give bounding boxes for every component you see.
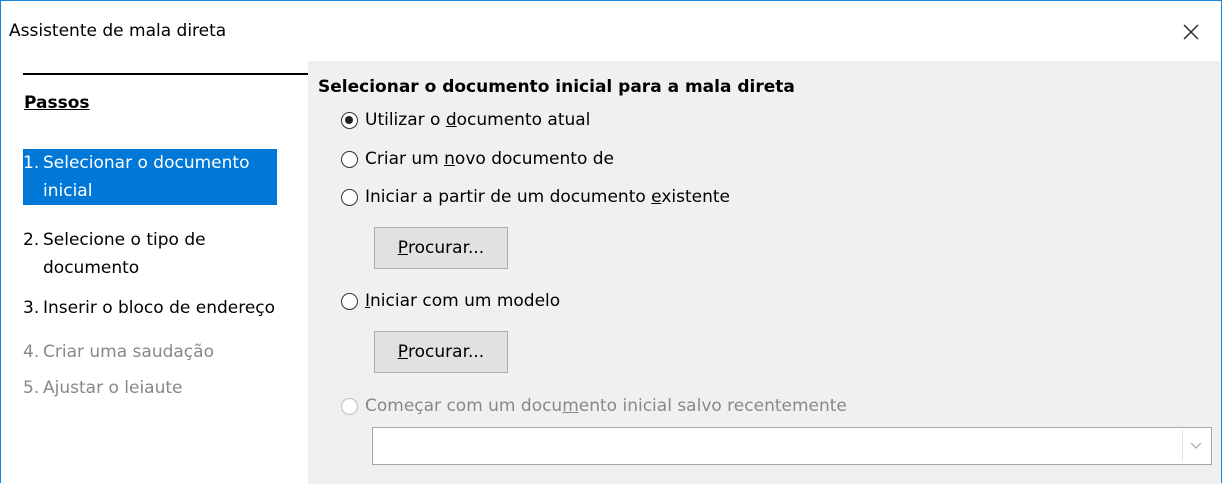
- option-label: Iniciar a partir de um documento existen…: [365, 187, 731, 207]
- step-number: 1.: [23, 153, 40, 173]
- option-label: Iniciar com um modelo: [365, 291, 561, 311]
- step-adjust-layout: 5. Ajustar o leiaute: [23, 374, 277, 402]
- step-number: 3.: [23, 298, 40, 318]
- recent-documents-dropdown: [372, 427, 1212, 465]
- dropdown-button: [1182, 430, 1209, 462]
- section-title: Selecionar o documento inicial para a ma…: [318, 77, 795, 97]
- option-label: Criar um novo documento de: [365, 149, 615, 169]
- browse-template-button[interactable]: Procurar...: [374, 331, 508, 373]
- mail-merge-wizard-window: Assistente de mala direta Passos 1. Sele…: [0, 0, 1222, 484]
- radio-button[interactable]: [341, 150, 358, 168]
- close-button[interactable]: [1171, 15, 1211, 49]
- use-current-document-option[interactable]: Utilizar o documento atual: [341, 108, 590, 132]
- step-label: Selecione o tipo de documento: [43, 230, 206, 278]
- step-number: 2.: [23, 230, 40, 250]
- recent-document-option: Começar com um documento inicial salvo r…: [341, 394, 847, 418]
- radio-button[interactable]: [341, 292, 358, 310]
- steps-divider: [23, 73, 308, 75]
- option-label: Começar com um documento inicial salvo r…: [365, 396, 847, 416]
- title-bar: Assistente de mala direta: [1, 1, 1221, 61]
- steps-panel: Passos 1. Selecionar o documento inicial…: [1, 61, 308, 484]
- create-new-document-option[interactable]: Criar um novo documento de: [341, 147, 614, 171]
- step-label: Selecionar o documento inicial: [43, 153, 250, 201]
- step-insert-address-block[interactable]: 3. Inserir o bloco de endereço: [23, 294, 277, 322]
- chevron-down-icon: [1190, 442, 1202, 449]
- window-title: Assistente de mala direta: [9, 21, 227, 41]
- radio-button[interactable]: [341, 111, 358, 129]
- step-number: 5.: [23, 378, 40, 398]
- browse-existing-button[interactable]: Procurar...: [374, 227, 508, 269]
- options-panel: Selecionar o documento inicial para a ma…: [308, 61, 1221, 484]
- step-select-starting-document[interactable]: 1. Selecionar o documento inicial: [23, 149, 277, 205]
- step-label: Inserir o bloco de endereço: [43, 298, 276, 318]
- radio-button: [341, 397, 358, 415]
- step-label: Ajustar o leiaute: [43, 378, 183, 398]
- step-create-salutation: 4. Criar uma saudação: [23, 338, 277, 366]
- start-from-template-option[interactable]: Iniciar com um modelo: [341, 289, 560, 313]
- close-icon: [1183, 24, 1199, 40]
- radio-button[interactable]: [341, 188, 358, 206]
- step-select-document-type[interactable]: 2. Selecione o tipo de documento: [23, 226, 277, 282]
- option-label: Utilizar o documento atual: [365, 110, 591, 130]
- steps-heading: Passos: [24, 93, 90, 113]
- existing-document-option[interactable]: Iniciar a partir de um documento existen…: [341, 185, 730, 209]
- step-number: 4.: [23, 342, 40, 362]
- step-label: Criar uma saudação: [43, 342, 214, 362]
